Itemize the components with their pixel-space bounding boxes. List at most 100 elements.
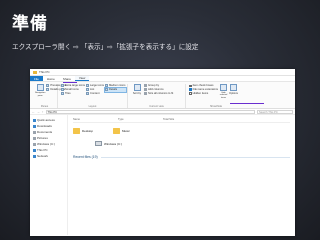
column-headers: Name Type Total Size [73, 118, 290, 123]
group-name-panes: Panes [40, 105, 49, 108]
folder-icon [113, 127, 121, 134]
hidden-items-label: Hidden items [192, 92, 209, 96]
item-name: Music [122, 128, 130, 133]
computer-icon [33, 148, 36, 152]
network-icon [33, 154, 36, 158]
annotation-underline-view [63, 82, 77, 83]
title-bar: This PC [30, 69, 295, 76]
hide-selected-items-button[interactable]: Hide selected items [218, 84, 229, 99]
options-button[interactable]: Options [229, 84, 238, 99]
download-icon [33, 124, 36, 128]
address-input[interactable]: This PC [45, 109, 255, 114]
item-check-boxes-label: Item check boxes [192, 84, 214, 88]
layout-label: List [90, 88, 95, 92]
group-by-label: Group by [148, 84, 160, 88]
nav-item-label: Pictures [37, 136, 48, 140]
size-all-columns-label: Size all columns to fit [148, 92, 174, 96]
item-name: Windows (C:) [104, 141, 123, 146]
list-item[interactable]: Windows (C:) [95, 138, 290, 149]
ribbon-group-show-hide: Item check boxes File name extensions Hi… [186, 84, 246, 108]
navigation-pane: Quick access Downloads Documents Picture… [30, 115, 68, 235]
layout-icon [86, 88, 90, 92]
tab-file[interactable]: File [30, 76, 43, 81]
nav-item-label: Windows (C:) [37, 142, 56, 146]
tab-home[interactable]: Home [43, 76, 59, 81]
list-item[interactable]: Music [113, 125, 130, 136]
layout-icon [61, 88, 64, 92]
column-name[interactable]: Name [73, 118, 118, 122]
section-label: Recent files (19) [73, 155, 98, 159]
size-all-columns-button[interactable]: Size all columns to fit [144, 92, 173, 96]
annotation-underline-extensions [230, 103, 264, 104]
content-pane: Name Type Total Size Desktop Music Windo… [68, 115, 295, 235]
layout-icon [61, 84, 64, 88]
drive-icon [33, 142, 36, 146]
ribbon: Navigation pane Preview pane Details pan… [30, 82, 295, 109]
up-arrow-icon[interactable]: ↑ [42, 110, 44, 114]
nav-item-label: Documents [37, 130, 53, 134]
group-name-current-view: Current view [149, 105, 164, 108]
hide-selected-icon [220, 84, 227, 91]
layout-label: Large icons [90, 84, 104, 88]
folder-icon [73, 127, 80, 134]
sort-by-button[interactable]: Sort by [131, 84, 143, 96]
explorer-body: Quick access Downloads Documents Picture… [30, 115, 295, 235]
layout-icon [86, 92, 90, 96]
group-by-icon [144, 84, 147, 88]
nav-item-label: Downloads [37, 124, 52, 128]
navigation-pane-label: Navigation pane [35, 92, 46, 97]
slide-title: 準備 [12, 14, 48, 34]
hidden-items-checkbox[interactable] [189, 92, 192, 96]
ribbon-group-panes: Navigation pane Preview pane Details pan… [32, 84, 67, 108]
window-title: This PC [39, 70, 50, 74]
back-arrow-icon[interactable]: ← [32, 110, 35, 114]
layout-details[interactable]: Details [103, 87, 127, 93]
sort-by-label: Sort by [132, 92, 142, 95]
options-icon [230, 84, 237, 91]
layout-icon [86, 84, 90, 88]
tab-share[interactable]: Share [59, 76, 75, 81]
picture-icon [33, 136, 36, 140]
options-label: Options [229, 92, 238, 95]
document-icon [33, 130, 36, 134]
item-check-boxes-checkbox[interactable] [189, 84, 192, 88]
column-total-size[interactable]: Total Size [163, 118, 208, 122]
group-name-layout: Layout [88, 105, 97, 108]
layout-tiles[interactable]: Tiles [61, 92, 85, 96]
sort-icon [133, 84, 141, 91]
file-name-extensions-label: File name extensions [192, 88, 218, 92]
nav-item-network[interactable]: Network [30, 153, 67, 159]
star-icon [33, 118, 36, 122]
layout-icon [104, 88, 108, 92]
tab-view[interactable]: View [74, 76, 90, 81]
item-name: Desktop [82, 128, 94, 133]
forward-arrow-icon[interactable]: → [37, 110, 40, 114]
layout-label: Medium icons [108, 84, 126, 88]
file-name-extensions-checkbox[interactable] [189, 88, 192, 92]
section-header[interactable]: Recent files (19) [73, 155, 290, 159]
layout-label: Content [90, 92, 100, 96]
column-type[interactable]: Type [118, 118, 163, 122]
explorer-window: This PC File Home Share View Navigation … [30, 69, 295, 236]
add-columns-icon [144, 88, 147, 92]
hide-selected-label: Hide selected items [219, 92, 228, 99]
ribbon-group-layout: Extra large icons Large icons Medium ico… [58, 84, 128, 108]
drive-icon [95, 141, 102, 146]
nav-item-label: This PC [37, 148, 48, 152]
layout-content[interactable]: Content [86, 92, 104, 96]
layout-label: Details [108, 88, 118, 92]
add-columns-label: Add columns [148, 88, 164, 92]
folder-icon [33, 70, 37, 74]
navigation-pane-icon [36, 84, 44, 91]
list-item[interactable]: Desktop [73, 125, 93, 136]
hidden-items-toggle[interactable]: Hidden items [189, 92, 218, 96]
navigation-pane-button[interactable]: Navigation pane [35, 84, 45, 97]
size-columns-icon [144, 92, 147, 96]
layout-label: Extra large icons [65, 84, 86, 88]
search-input[interactable]: Search This PC [257, 109, 293, 114]
nav-item-label: Network [37, 154, 49, 158]
ribbon-group-current-view: Sort by Group by Add columns Size all co… [128, 84, 186, 108]
slide-subtitle: エクスプローラ開く ⇨ 「表示」⇨「拡張子を表示する」に設定 [12, 43, 199, 51]
layout-icon [61, 92, 64, 96]
layout-label: Small icons [65, 88, 79, 92]
